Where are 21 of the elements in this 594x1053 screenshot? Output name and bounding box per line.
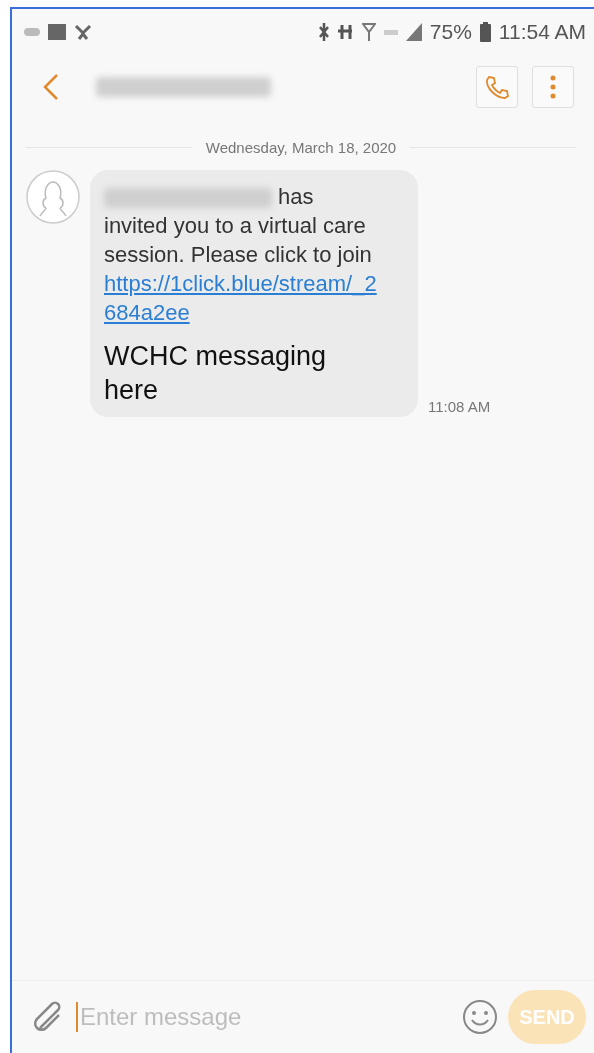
bluetooth-icon	[317, 22, 330, 42]
contact-avatar-icon	[26, 170, 80, 224]
antenna-icon	[361, 22, 376, 42]
signal-icon	[405, 23, 422, 41]
phone-icon	[484, 74, 510, 100]
conversation-date: Wednesday, March 18, 2020	[205, 139, 397, 156]
battery-percentage: 75%	[429, 20, 472, 44]
session-link[interactable]: https://1click.blue/stream/_2684a2ee	[104, 269, 378, 327]
missed-call-icon	[74, 24, 92, 40]
more-options-button[interactable]	[532, 66, 574, 108]
image-icon	[48, 24, 66, 40]
back-icon[interactable]	[42, 72, 60, 102]
message-signature: WCHC messaging here	[104, 340, 328, 407]
message-time: 11:08 AM	[428, 398, 491, 415]
clock-time: 11:54 AM	[498, 20, 586, 44]
emoji-icon[interactable]	[462, 999, 498, 1035]
message-input-field[interactable]: Enter message	[76, 1002, 452, 1032]
call-button[interactable]	[476, 66, 518, 108]
battery-icon	[479, 22, 491, 42]
more-icon	[550, 75, 556, 99]
message-text: has invited you to a virtual care session. Please click to join https://1click.blue/stream/_2684a2ee	[104, 183, 378, 327]
